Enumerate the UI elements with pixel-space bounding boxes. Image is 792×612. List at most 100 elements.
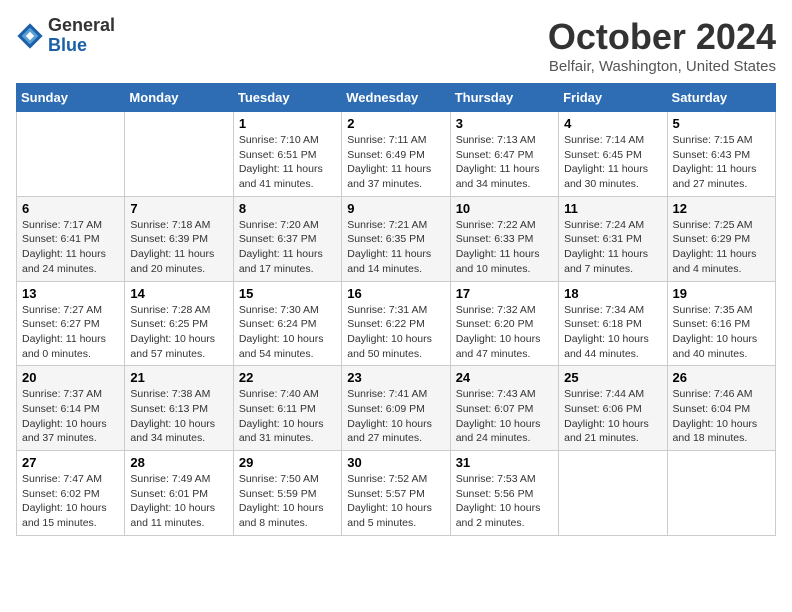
- header-tuesday: Tuesday: [233, 84, 341, 112]
- day-detail: Sunrise: 7:22 AMSunset: 6:33 PMDaylight:…: [456, 218, 553, 277]
- header-saturday: Saturday: [667, 84, 775, 112]
- day-cell: 24Sunrise: 7:43 AMSunset: 6:07 PMDayligh…: [450, 366, 558, 451]
- page-header: General Blue October 2024 Belfair, Washi…: [16, 16, 776, 75]
- day-detail: Sunrise: 7:32 AMSunset: 6:20 PMDaylight:…: [456, 303, 553, 362]
- day-number: 4: [564, 116, 661, 131]
- day-number: 27: [22, 455, 119, 470]
- day-cell: 15Sunrise: 7:30 AMSunset: 6:24 PMDayligh…: [233, 281, 341, 366]
- location: Belfair, Washington, United States: [548, 58, 776, 75]
- day-detail: Sunrise: 7:49 AMSunset: 6:01 PMDaylight:…: [130, 472, 227, 531]
- day-cell: 19 Sunrise: 7:35 AMSunset: 6:16 PMDayligh…: [667, 281, 775, 366]
- day-number: 20: [22, 370, 119, 385]
- day-detail: Sunrise: 7:38 AMSunset: 6:13 PMDaylight:…: [130, 387, 227, 446]
- day-cell: 25Sunrise: 7:44 AMSunset: 6:06 PMDayligh…: [559, 366, 667, 451]
- day-number: 6: [22, 201, 119, 216]
- day-number: 18: [564, 286, 661, 301]
- day-number: 24: [456, 370, 553, 385]
- day-number: 29: [239, 455, 336, 470]
- day-cell: 11 Sunrise: 7:24 AMSunset: 6:31 PMDayligh…: [559, 196, 667, 281]
- day-detail: Sunrise: 7:24 AMSunset: 6:31 PMDaylight:…: [564, 218, 661, 277]
- day-cell: 20Sunrise: 7:37 AMSunset: 6:14 PMDayligh…: [17, 366, 125, 451]
- day-cell: 8 Sunrise: 7:20 AMSunset: 6:37 PMDaylight…: [233, 196, 341, 281]
- day-detail: Sunrise: 7:25 AMSunset: 6:29 PMDaylight:…: [673, 218, 770, 277]
- day-number: 22: [239, 370, 336, 385]
- day-detail: Sunrise: 7:34 AMSunset: 6:18 PMDaylight:…: [564, 303, 661, 362]
- day-cell: 28 Sunrise: 7:49 AMSunset: 6:01 PMDayligh…: [125, 451, 233, 536]
- day-number: 12: [673, 201, 770, 216]
- day-number: 30: [347, 455, 444, 470]
- day-detail: Sunrise: 7:13 AMSunset: 6:47 PMDaylight:…: [456, 133, 553, 192]
- day-number: 10: [456, 201, 553, 216]
- day-detail: Sunrise: 7:14 AMSunset: 6:45 PMDaylight:…: [564, 133, 661, 192]
- day-cell: 4 Sunrise: 7:14 AMSunset: 6:45 PMDaylight…: [559, 112, 667, 197]
- day-cell: 2 Sunrise: 7:11 AMSunset: 6:49 PMDaylight…: [342, 112, 450, 197]
- header-row: SundayMondayTuesdayWednesdayThursdayFrid…: [17, 84, 776, 112]
- day-detail: Sunrise: 7:18 AMSunset: 6:39 PMDaylight:…: [130, 218, 227, 277]
- day-number: 2: [347, 116, 444, 131]
- day-detail: Sunrise: 7:10 AMSunset: 6:51 PMDaylight:…: [239, 133, 336, 192]
- day-number: 15: [239, 286, 336, 301]
- day-number: 23: [347, 370, 444, 385]
- day-number: 14: [130, 286, 227, 301]
- day-detail: Sunrise: 7:15 AMSunset: 6:43 PMDaylight:…: [673, 133, 770, 192]
- day-cell: 18 Sunrise: 7:34 AMSunset: 6:18 PMDayligh…: [559, 281, 667, 366]
- day-number: 17: [456, 286, 553, 301]
- day-number: 8: [239, 201, 336, 216]
- day-detail: Sunrise: 7:31 AMSunset: 6:22 PMDaylight:…: [347, 303, 444, 362]
- day-cell: 13Sunrise: 7:27 AMSunset: 6:27 PMDayligh…: [17, 281, 125, 366]
- day-detail: Sunrise: 7:52 AMSunset: 5:57 PMDaylight:…: [347, 472, 444, 531]
- day-detail: Sunrise: 7:40 AMSunset: 6:11 PMDaylight:…: [239, 387, 336, 446]
- day-cell: 12 Sunrise: 7:25 AMSunset: 6:29 PMDayligh…: [667, 196, 775, 281]
- logo-general: General: [48, 16, 115, 36]
- header-sunday: Sunday: [17, 84, 125, 112]
- logo: General Blue: [16, 16, 115, 56]
- logo-text: General Blue: [48, 16, 115, 56]
- day-number: 28: [130, 455, 227, 470]
- day-detail: Sunrise: 7:21 AMSunset: 6:35 PMDaylight:…: [347, 218, 444, 277]
- day-number: 3: [456, 116, 553, 131]
- day-number: 25: [564, 370, 661, 385]
- day-detail: Sunrise: 7:46 AMSunset: 6:04 PMDaylight:…: [673, 387, 770, 446]
- day-cell: 1Sunrise: 7:10 AMSunset: 6:51 PMDaylight…: [233, 112, 341, 197]
- day-cell: [17, 112, 125, 197]
- day-cell: 22 Sunrise: 7:40 AMSunset: 6:11 PMDayligh…: [233, 366, 341, 451]
- day-cell: 5 Sunrise: 7:15 AMSunset: 6:43 PMDaylight…: [667, 112, 775, 197]
- header-friday: Friday: [559, 84, 667, 112]
- day-number: 16: [347, 286, 444, 301]
- day-cell: 9 Sunrise: 7:21 AMSunset: 6:35 PMDaylight…: [342, 196, 450, 281]
- day-cell: 30 Sunrise: 7:52 AMSunset: 5:57 PMDayligh…: [342, 451, 450, 536]
- day-number: 19: [673, 286, 770, 301]
- day-number: 11: [564, 201, 661, 216]
- day-detail: Sunrise: 7:17 AMSunset: 6:41 PMDaylight:…: [22, 218, 119, 277]
- day-cell: 23Sunrise: 7:41 AMSunset: 6:09 PMDayligh…: [342, 366, 450, 451]
- day-number: 5: [673, 116, 770, 131]
- day-number: 26: [673, 370, 770, 385]
- week-row-2: 13Sunrise: 7:27 AMSunset: 6:27 PMDayligh…: [17, 281, 776, 366]
- day-number: 9: [347, 201, 444, 216]
- day-number: 31: [456, 455, 553, 470]
- day-detail: Sunrise: 7:20 AMSunset: 6:37 PMDaylight:…: [239, 218, 336, 277]
- header-monday: Monday: [125, 84, 233, 112]
- day-number: 21: [130, 370, 227, 385]
- day-cell: [125, 112, 233, 197]
- week-row-0: 1Sunrise: 7:10 AMSunset: 6:51 PMDaylight…: [17, 112, 776, 197]
- day-cell: 14 Sunrise: 7:28 AMSunset: 6:25 PMDayligh…: [125, 281, 233, 366]
- title-block: October 2024 Belfair, Washington, United…: [548, 16, 776, 75]
- day-detail: Sunrise: 7:11 AMSunset: 6:49 PMDaylight:…: [347, 133, 444, 192]
- day-cell: [667, 451, 775, 536]
- day-number: 13: [22, 286, 119, 301]
- logo-icon: [16, 22, 44, 50]
- calendar-table: SundayMondayTuesdayWednesdayThursdayFrid…: [16, 83, 776, 536]
- day-detail: Sunrise: 7:35 AMSunset: 6:16 PMDaylight:…: [673, 303, 770, 362]
- day-cell: 29 Sunrise: 7:50 AMSunset: 5:59 PMDayligh…: [233, 451, 341, 536]
- day-detail: Sunrise: 7:28 AMSunset: 6:25 PMDaylight:…: [130, 303, 227, 362]
- day-detail: Sunrise: 7:53 AMSunset: 5:56 PMDaylight:…: [456, 472, 553, 531]
- week-row-3: 20Sunrise: 7:37 AMSunset: 6:14 PMDayligh…: [17, 366, 776, 451]
- day-cell: 3 Sunrise: 7:13 AMSunset: 6:47 PMDaylight…: [450, 112, 558, 197]
- day-cell: 10 Sunrise: 7:22 AMSunset: 6:33 PMDayligh…: [450, 196, 558, 281]
- day-cell: [559, 451, 667, 536]
- day-detail: Sunrise: 7:50 AMSunset: 5:59 PMDaylight:…: [239, 472, 336, 531]
- day-cell: 17 Sunrise: 7:32 AMSunset: 6:20 PMDayligh…: [450, 281, 558, 366]
- header-wednesday: Wednesday: [342, 84, 450, 112]
- day-cell: 27Sunrise: 7:47 AMSunset: 6:02 PMDayligh…: [17, 451, 125, 536]
